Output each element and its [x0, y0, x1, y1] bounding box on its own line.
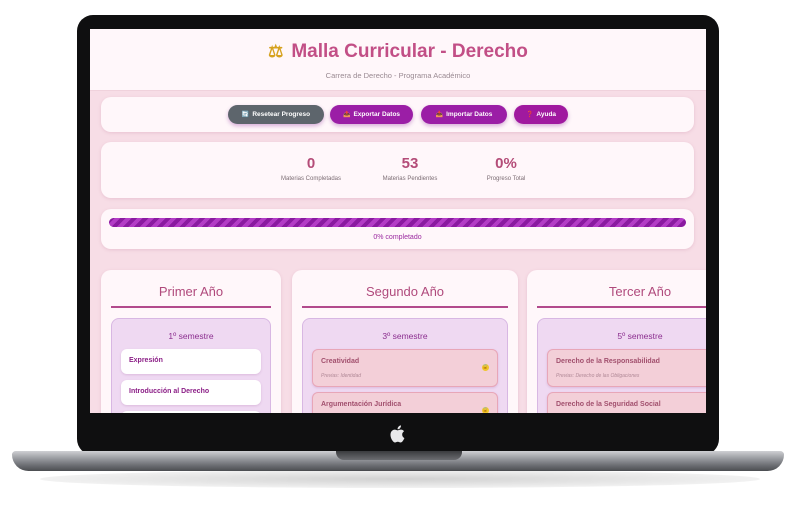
app-header: ⚖ Malla Curricular - Derecho Carrera de D…: [90, 29, 706, 91]
year-divider: [111, 306, 271, 308]
course-card[interactable]: Expresión: [121, 349, 261, 374]
help-label: Ayuda: [536, 111, 557, 118]
semester-block: 3º semestre Creatividad Previas: Identid…: [302, 318, 508, 413]
progress-panel: 0% completado: [101, 209, 694, 249]
course-card[interactable]: Introducción al Derecho: [121, 380, 261, 405]
laptop-shadow: [40, 470, 760, 488]
stat-completed-label: Materias Completadas: [280, 176, 342, 182]
stat-completed-value: 0: [306, 155, 316, 172]
stat-progress: 0% Progreso Total: [461, 155, 551, 182]
year-divider: [302, 306, 508, 308]
semester-title: 5º semestre: [617, 331, 663, 341]
stat-pending: 53 Materias Pendientes: [365, 155, 455, 182]
export-data-button[interactable]: 📤 Exportar Datos: [330, 105, 413, 124]
help-button[interactable]: ❓ Ayuda: [514, 105, 568, 124]
course-prereq: Previas: Derecho de las Obligaciones: [556, 373, 640, 379]
stat-pending-value: 53: [401, 155, 419, 172]
course-card-locked[interactable]: Derecho de la Seguridad Social 🔒: [547, 392, 706, 413]
page-subtitle: Carrera de Derecho - Programa Académico: [325, 71, 471, 80]
year-title: Segundo Año: [365, 284, 445, 299]
reset-progress-button[interactable]: 🔄 Resetear Progreso: [228, 105, 324, 124]
lock-icon: 🔒: [482, 407, 489, 413]
import-icon: 📥: [435, 112, 444, 118]
course-name: Derecho de la Seguridad Social: [556, 401, 661, 408]
course-name: Introducción al Derecho: [129, 388, 210, 395]
course-name: Expresión: [129, 357, 163, 364]
year-card-1: Primer Año 1º semestre Expresión Introdu…: [101, 270, 281, 413]
course-card-locked[interactable]: Derecho de la Responsabilidad Previas: D…: [547, 349, 706, 387]
page-title-text: Malla Curricular - Derecho: [291, 41, 528, 62]
refresh-icon: 🔄: [241, 112, 250, 118]
course-name: Derecho de la Responsabilidad: [556, 358, 660, 365]
stat-progress-label: Progreso Total: [486, 176, 526, 182]
laptop-base-notch: [336, 451, 462, 460]
year-title: Primer Año: [158, 284, 224, 299]
page-title: ⚖ Malla Curricular - Derecho: [90, 41, 706, 63]
course-name: Creatividad: [321, 358, 360, 365]
year-divider: [537, 306, 706, 308]
course-prereq: Previas: Identidad: [321, 373, 362, 379]
stat-progress-value: 0%: [495, 155, 517, 172]
course-card-locked[interactable]: Argumentación Jurídica 🔒: [312, 392, 498, 413]
lock-icon: 🔒: [482, 364, 489, 371]
progress-bar: [109, 218, 686, 227]
semester-title: 1º semestre: [168, 331, 214, 341]
year-card-3: Tercer Año 5º semestre Derecho de la Res…: [527, 270, 706, 413]
year-title: Tercer Año: [608, 284, 672, 299]
stat-pending-label: Materias Pendientes: [382, 176, 438, 182]
semester-block: 5º semestre Derecho de la Responsabilida…: [537, 318, 706, 413]
toolbar: 🔄 Resetear Progreso 📤 Exportar Datos 📥 I…: [101, 97, 694, 132]
course-card-locked[interactable]: Creatividad Previas: Identidad 🔒: [312, 349, 498, 387]
app-screen: ⚖ Malla Curricular - Derecho Carrera de D…: [90, 29, 706, 413]
semester-title: 3º semestre: [382, 331, 428, 341]
progress-label: 0% completado: [373, 234, 422, 241]
stat-completed: 0 Materias Completadas: [266, 155, 356, 182]
stats-panel: 0 Materias Completadas 53 Materias Pendi…: [101, 142, 694, 198]
scales-icon: ⚖: [268, 42, 284, 61]
year-card-2: Segundo Año 3º semestre Creatividad Prev…: [292, 270, 518, 413]
course-card[interactable]: [121, 411, 261, 413]
semester-block: 1º semestre Expresión Introducción al De…: [111, 318, 271, 413]
export-data-label: Exportar Datos: [353, 111, 401, 118]
course-name: Argumentación Jurídica: [321, 401, 402, 408]
reset-progress-label: Resetear Progreso: [252, 111, 311, 118]
import-data-label: Importar Datos: [446, 111, 493, 118]
apple-logo-icon: [390, 425, 405, 443]
import-data-button[interactable]: 📥 Importar Datos: [421, 105, 507, 124]
help-icon: ❓: [525, 112, 534, 118]
export-icon: 📤: [342, 112, 351, 118]
